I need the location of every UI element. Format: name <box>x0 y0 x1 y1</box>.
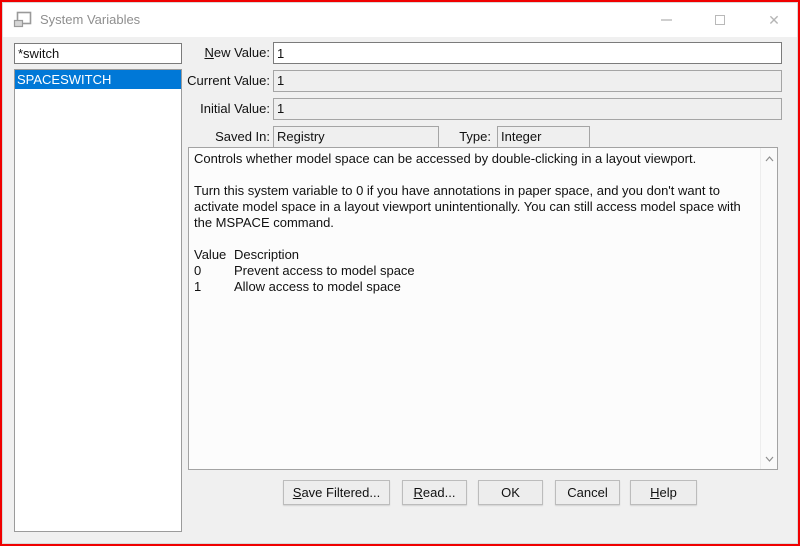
read-button[interactable]: Read... <box>402 480 467 505</box>
current-value-label: Current Value: <box>187 73 270 88</box>
scroll-up-icon[interactable] <box>761 150 778 167</box>
value-table-row: 0 Prevent access to model space <box>194 263 415 278</box>
maximize-icon[interactable] <box>710 10 730 30</box>
new-value-label: New Value: <box>204 45 270 60</box>
value-table-header: Value Description <box>194 247 300 262</box>
description-paragraph: Controls whether model space can be acce… <box>194 151 697 166</box>
minimize-icon[interactable] <box>656 10 676 30</box>
initial-value-field: 1 <box>273 98 782 120</box>
titlebar[interactable]: System Variables ✕ <box>2 2 798 37</box>
type-label: Type: <box>459 129 491 144</box>
current-value-field: 1 <box>273 70 782 92</box>
scroll-down-icon[interactable] <box>761 450 778 467</box>
system-variables-dialog: System Variables ✕ SPACESWITCH New Value… <box>0 0 800 546</box>
description-scrollbar[interactable] <box>760 148 777 469</box>
app-icon <box>13 11 32 28</box>
ok-button[interactable]: OK <box>478 480 543 505</box>
cancel-button[interactable]: Cancel <box>555 480 620 505</box>
type-field: Integer <box>497 126 590 148</box>
description-box: Controls whether model space can be acce… <box>188 147 778 470</box>
description-text: Controls whether model space can be acce… <box>194 151 755 295</box>
variable-list[interactable]: SPACESWITCH <box>14 69 182 532</box>
save-filtered-button[interactable]: Save Filtered... <box>283 480 390 505</box>
help-button[interactable]: Help <box>630 480 697 505</box>
description-paragraph: Turn this system variable to 0 if you ha… <box>194 183 741 230</box>
window-title: System Variables <box>40 12 141 27</box>
variable-filter-input[interactable] <box>14 43 182 64</box>
initial-value-label: Initial Value: <box>200 101 270 116</box>
value-table-row: 1 Allow access to model space <box>194 279 401 294</box>
new-value-input[interactable] <box>273 42 782 64</box>
saved-in-label: Saved In: <box>215 129 270 144</box>
list-item-spaceswitch[interactable]: SPACESWITCH <box>15 70 181 89</box>
close-icon[interactable]: ✕ <box>764 10 784 30</box>
